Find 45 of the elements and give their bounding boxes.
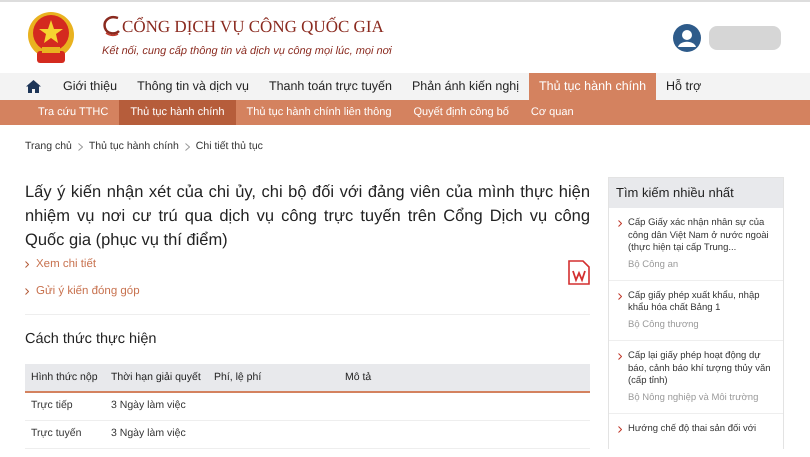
sidebar-title: Tìm kiếm nhiều nhất <box>609 178 783 208</box>
site-title[interactable]: CỔNG DỊCH VỤ CÔNG QUỐC GIA <box>122 17 384 38</box>
sidebar-link[interactable]: Cấp giấy phép xuất khẩu, nhập khẩu hóa chất Bảng 1 <box>628 290 774 315</box>
breadcrumb-link[interactable]: Trang chủ <box>25 139 72 155</box>
subnav-tab[interactable]: Thủ tục hành chính <box>119 100 236 125</box>
site-tagline: Kết nối, cung cấp thông tin và dịch vụ công mọi lúc, mọi nơi <box>102 44 392 60</box>
table-cell: 3 Ngày làm việc <box>105 420 208 448</box>
chevron-icon <box>78 142 83 151</box>
nav-tab[interactable]: Hỗ trợ <box>656 73 712 100</box>
section-title: Cách thức thực hiện <box>25 330 158 350</box>
chevron-icon <box>25 260 29 268</box>
agency-name: Bộ Công an <box>628 258 680 272</box>
user-avatar-icon[interactable] <box>673 24 701 52</box>
chevron-icon <box>618 353 622 360</box>
chevron-icon <box>618 292 622 300</box>
column-header: Mô tả <box>339 364 590 392</box>
table-cell: Trực tiếp <box>25 392 105 420</box>
agency-name: Bộ Nông nghiệp và Môi trường <box>628 390 760 404</box>
sidebar-link[interactable]: Cấp Giấy xác nhận nhân sự của công dân Việt Nam ở nước ngoài (thực hiện tại cấp Trung... <box>628 217 774 254</box>
user-name-placeholder <box>709 26 781 50</box>
table-cell: Trực tuyến <box>25 420 105 448</box>
column-header: Hình thức nộp <box>25 364 105 392</box>
column-header: Thời hạn giải quyết <box>105 364 208 392</box>
breadcrumb-link[interactable]: Chi tiết thủ tục <box>196 139 263 155</box>
brand-swirl-icon <box>101 15 121 38</box>
column-header: Phí, lệ phí <box>208 364 339 392</box>
word-document-icon[interactable] <box>568 260 590 285</box>
chevron-icon <box>618 220 622 227</box>
sidebar-link[interactable]: Hướng chế độ thai sản đối với <box>628 422 756 436</box>
action-link[interactable]: Gửi ý kiến đóng góp <box>36 283 140 300</box>
chevron-icon <box>618 426 622 433</box>
emblem-icon <box>25 10 77 64</box>
nav-tab[interactable]: Phản ánh kiến nghị <box>402 73 529 100</box>
chevron-icon <box>25 288 29 296</box>
nav-tab[interactable]: Thông tin và dịch vụ <box>127 73 259 100</box>
nav-tab[interactable]: Thanh toán trực tuyến <box>258 73 402 100</box>
home-icon[interactable] <box>26 80 41 93</box>
table-cell: 3 Ngày làm việc <box>105 392 208 420</box>
action-link[interactable]: Xem chi tiết <box>36 256 96 273</box>
chevron-icon <box>184 142 190 151</box>
breadcrumb-link[interactable]: Thủ tục hành chính <box>88 139 179 155</box>
nav-tab[interactable]: Giới thiệu <box>53 73 128 100</box>
sidebar-link[interactable]: Cấp lại giấy phép hoạt động dự báo, cảnh báo khí tượng thủy văn (cấp tỉnh) <box>628 350 774 388</box>
procedure-title: Lấy ý kiến nhận xét của chi ủy, chi bộ đối với đảng viên của mình thực hiện nhiệm vụ nơi cư trú qua dịch vụ công trực tuyến trên Cổng Dịch vụ công Quốc gia (phục vụ thí điểm) <box>25 182 590 251</box>
agency-name: Bộ Công thương <box>628 318 700 332</box>
